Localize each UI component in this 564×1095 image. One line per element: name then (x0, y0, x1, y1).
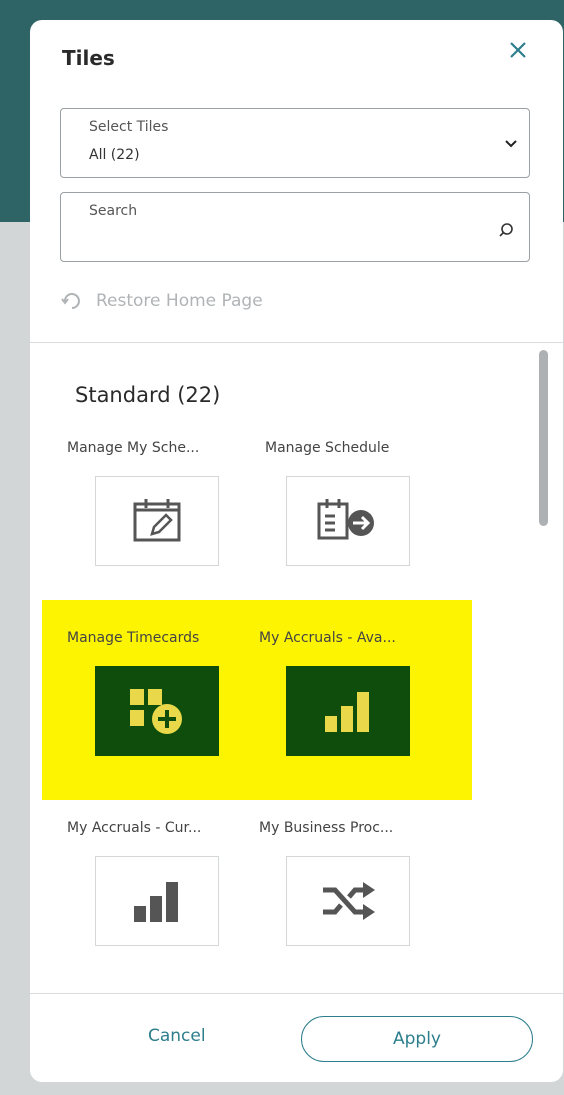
apply-button[interactable]: Apply (301, 1016, 533, 1062)
tile-label-my-accruals-available: My Accruals - Ava... (259, 630, 396, 646)
restore-icon (61, 293, 80, 309)
scrollbar[interactable] (539, 350, 548, 526)
search-label: Search (89, 203, 138, 219)
section-title: Standard (22) (75, 383, 221, 407)
tile-label-manage-schedule: Manage Schedule (265, 440, 390, 456)
cancel-button[interactable]: Cancel (148, 1026, 206, 1046)
divider (30, 342, 563, 343)
bar-chart-icon (134, 882, 178, 922)
tile-label-my-accruals-current: My Accruals - Cur... (67, 820, 202, 836)
tile-label-manage-timecards: Manage Timecards (67, 630, 200, 646)
search-field[interactable]: Search (60, 192, 530, 262)
timecards-add-icon (130, 689, 182, 734)
tile-my-accruals-current[interactable] (95, 856, 219, 946)
select-tiles-label: Select Tiles (89, 119, 169, 135)
select-tiles-value: All (22) (89, 147, 140, 163)
shuffle-icon (323, 882, 375, 920)
bar-chart-icon (325, 692, 369, 732)
search-icon[interactable] (497, 221, 515, 239)
footer-divider (30, 993, 563, 994)
restore-home-page-label: Restore Home Page (96, 291, 263, 311)
schedule-arrow-icon (317, 499, 374, 540)
tile-manage-my-schedule[interactable] (95, 476, 219, 566)
tile-manage-timecards[interactable] (95, 666, 219, 756)
tile-my-accruals-available[interactable] (286, 666, 410, 756)
tile-manage-schedule[interactable] (286, 476, 410, 566)
select-tiles-dropdown[interactable]: Select Tiles All (22) (60, 108, 530, 178)
close-icon[interactable] (504, 36, 532, 64)
tile-label-my-business-processes: My Business Proc... (259, 820, 394, 836)
restore-home-page-button[interactable]: Restore Home Page (60, 288, 263, 314)
tile-my-business-processes[interactable] (286, 856, 410, 946)
calendar-edit-icon (133, 499, 181, 542)
tiles-panel: Tiles Select Tiles All (22) Search Resto… (30, 20, 563, 1082)
chevron-down-icon (505, 140, 517, 148)
panel-title: Tiles (62, 46, 115, 70)
tile-label-manage-my-schedule: Manage My Sche... (67, 440, 200, 456)
